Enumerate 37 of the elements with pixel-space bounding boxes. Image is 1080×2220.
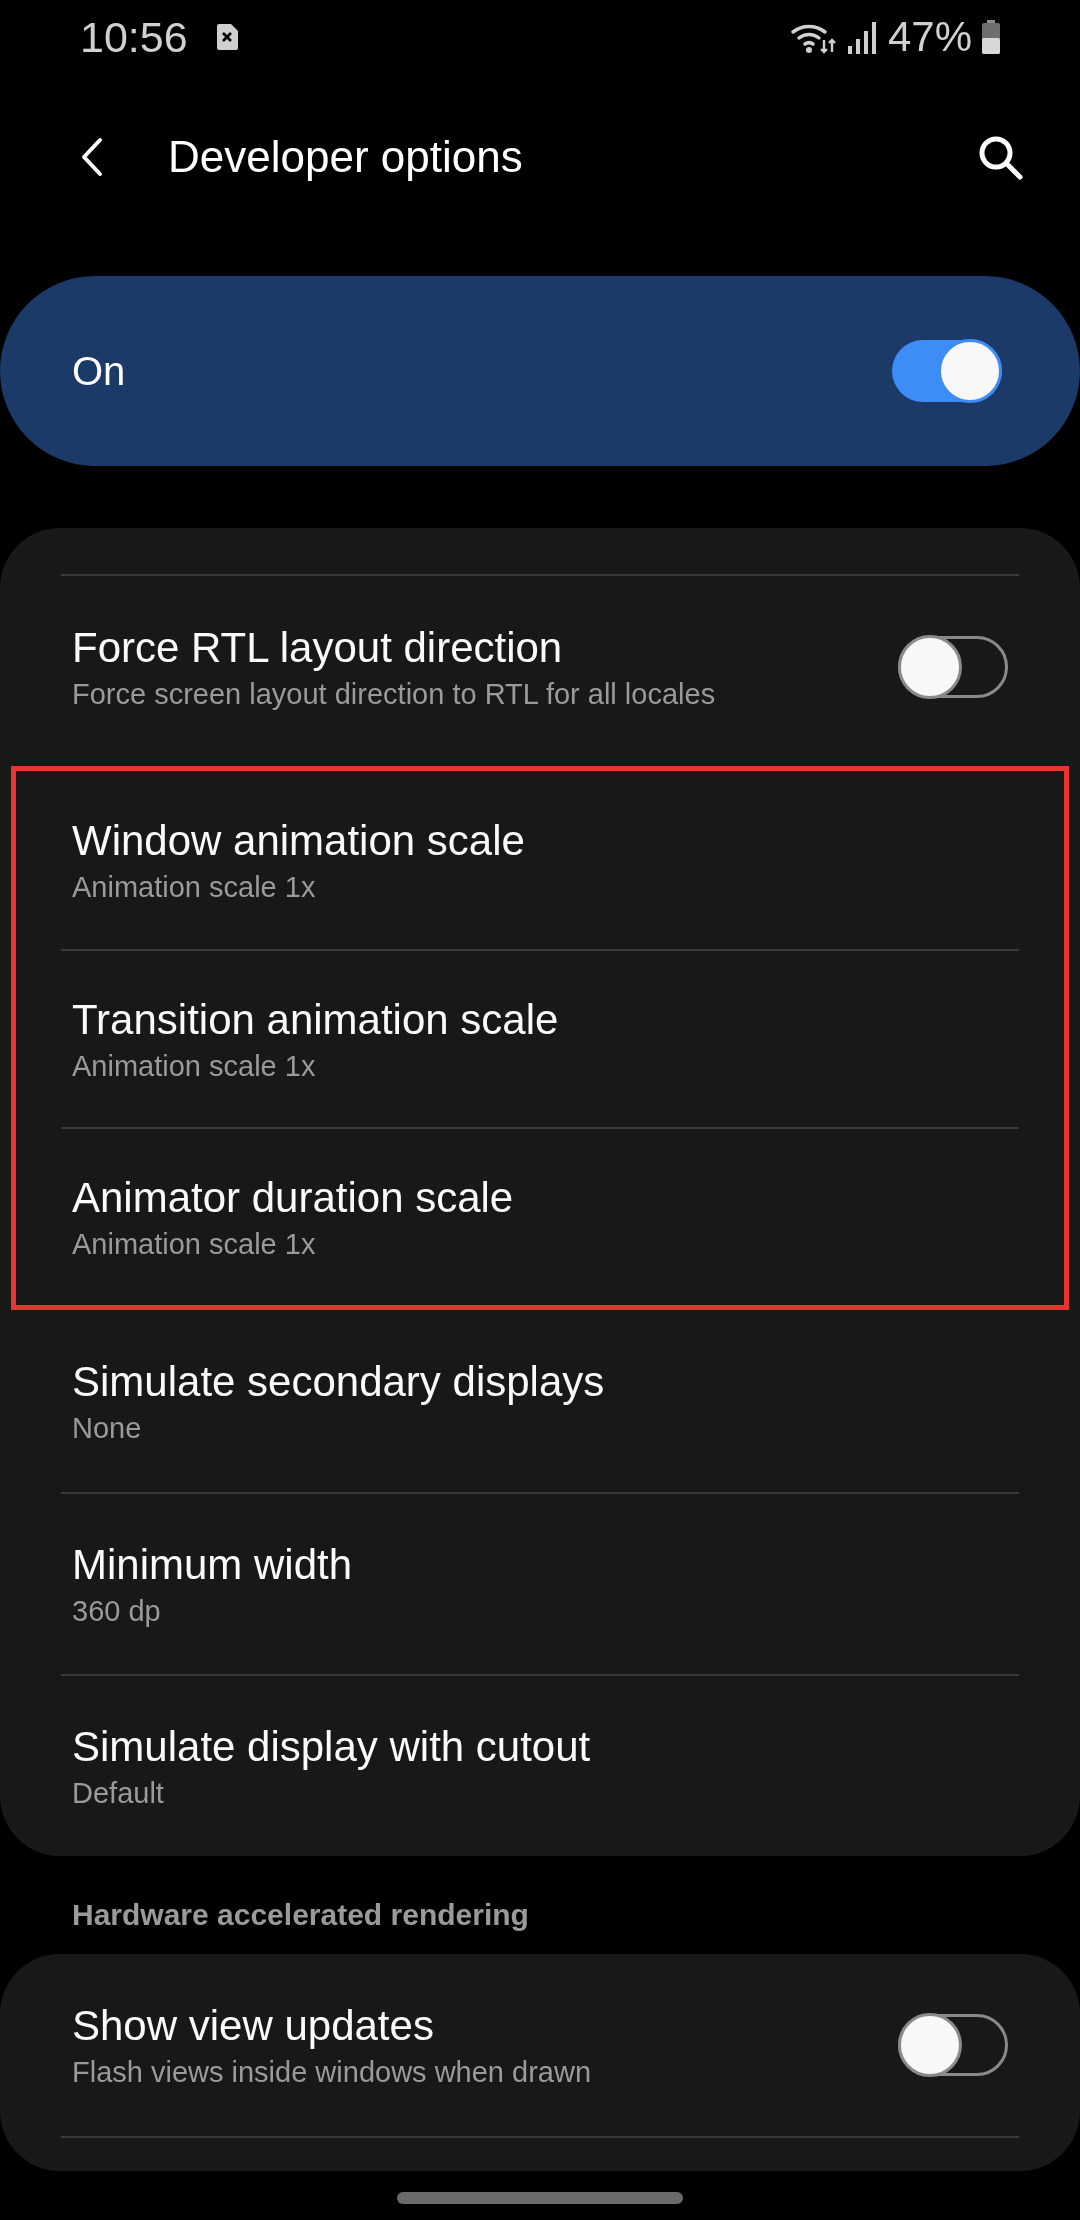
setting-summary: Force screen layout direction to RTL for all locales xyxy=(72,677,717,711)
setting-summary: Animation scale 1x xyxy=(72,1227,317,1261)
master-switch-bar[interactable]: On xyxy=(0,276,1080,466)
setting-title: Force RTL layout direction xyxy=(72,623,564,672)
toggle-switch[interactable] xyxy=(898,2014,1008,2076)
sim-error-icon xyxy=(215,24,238,50)
toggle-switch[interactable] xyxy=(898,636,1008,698)
settings-row[interactable]: Minimum width 360 dp xyxy=(61,1492,1019,1674)
page-title: Developer options xyxy=(168,132,523,182)
settings-row[interactable]: Show view updates Flash views inside windows when drawn xyxy=(61,1954,1019,2136)
setting-title: Simulate secondary displays xyxy=(72,1357,606,1406)
settings-row[interactable]: Transition animation scale Animation scale 1x xyxy=(61,949,1019,1127)
settings-row[interactable]: Simulate secondary displays None xyxy=(61,1310,1019,1492)
settings-row[interactable]: Window animation scale Animation scale 1x xyxy=(61,771,1019,949)
settings-row[interactable]: Animator duration scale Animation scale 1x xyxy=(61,1127,1019,1305)
signal-icon xyxy=(845,20,878,54)
back-icon[interactable] xyxy=(80,137,104,177)
setting-title: Show view updates xyxy=(72,2001,435,2050)
setting-summary: Default xyxy=(72,1776,165,1810)
setting-summary: Animation scale 1x xyxy=(72,870,317,904)
toggle-switch[interactable] xyxy=(892,340,1002,402)
setting-summary: Flash views inside windows when drawn xyxy=(72,2055,592,2089)
setting-title: Minimum width xyxy=(72,1540,354,1589)
section-header: Hardware accelerated rendering xyxy=(71,1897,530,1933)
settings-row[interactable]: Force RTL layout direction Force screen layout direction to RTL for all locales xyxy=(61,576,1019,758)
battery-icon xyxy=(982,20,1000,54)
master-switch-label: On xyxy=(72,348,127,394)
setting-title: Transition animation scale xyxy=(72,995,560,1044)
settings-row[interactable]: Simulate display with cutout Default xyxy=(61,1674,1019,1856)
status-time: 10:56 xyxy=(80,12,188,62)
setting-title: Animator duration scale xyxy=(72,1173,515,1222)
battery-percent: 47% xyxy=(887,13,972,61)
setting-summary: None xyxy=(72,1411,143,1445)
setting-summary: 360 dp xyxy=(72,1594,162,1628)
setting-summary: Animation scale 1x xyxy=(72,1049,317,1083)
setting-title: Simulate display with cutout xyxy=(72,1722,592,1771)
setting-title: Window animation scale xyxy=(72,816,526,865)
